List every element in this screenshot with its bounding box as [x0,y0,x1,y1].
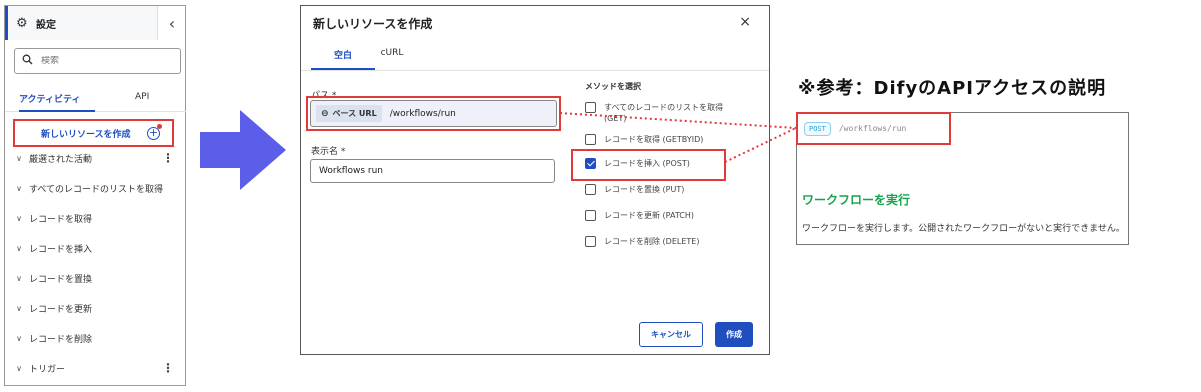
connector-post-to-reference [724,127,797,163]
connector-path-to-reference [559,112,797,129]
connector-lines [559,112,797,163]
